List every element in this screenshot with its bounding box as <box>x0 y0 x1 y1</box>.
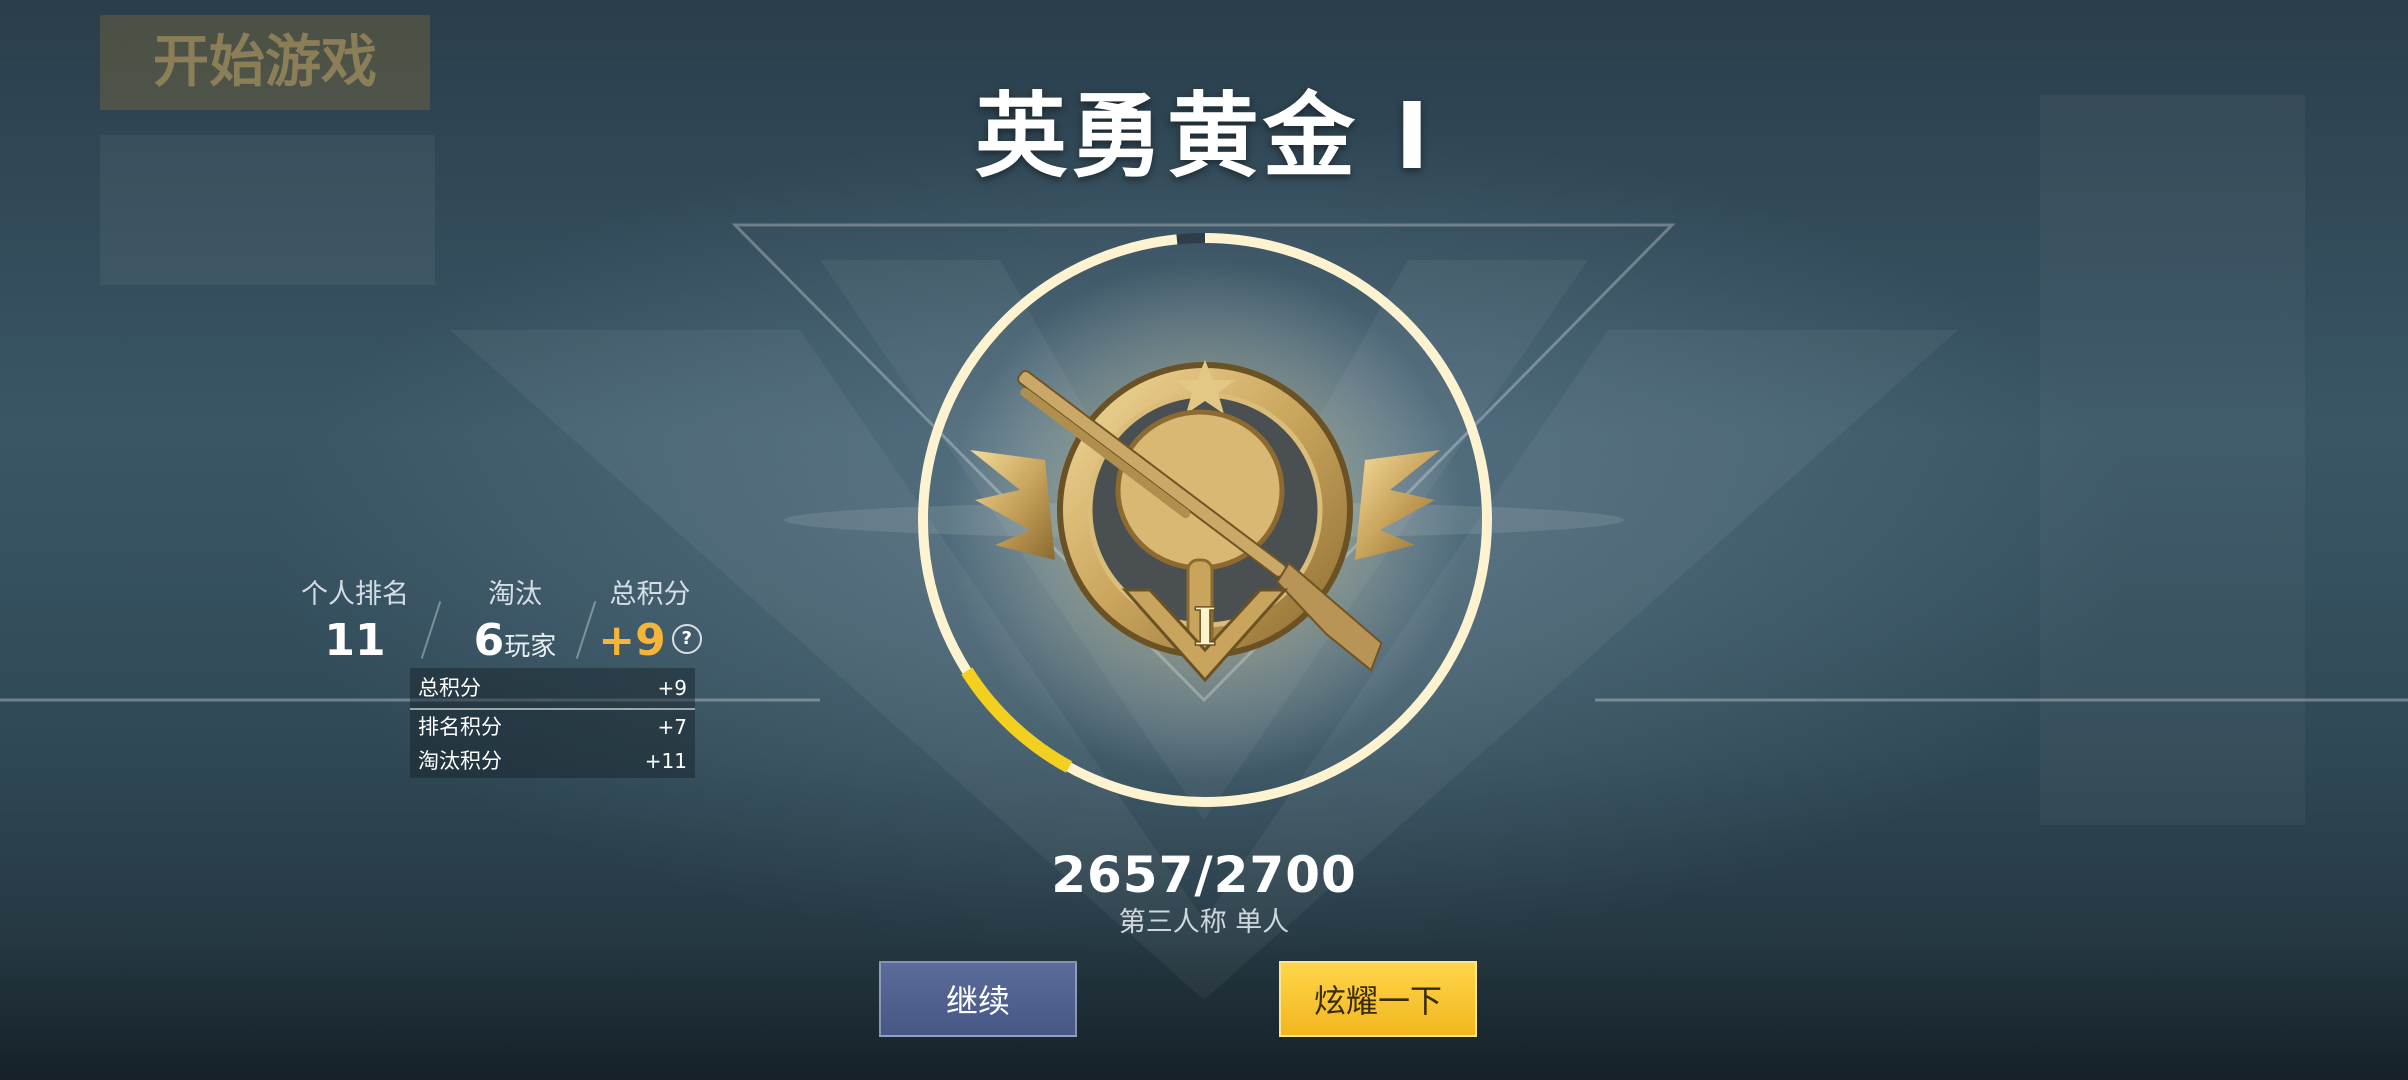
score-breakdown: 总积分 +9 排名积分 +7 淘汰积分 +11 <box>410 668 695 778</box>
score-row-value: +9 <box>657 676 687 700</box>
score-row-total: 总积分 +9 <box>410 668 695 710</box>
stat-elim-unit: 玩家 <box>504 632 557 662</box>
stat-rank: 个人排名 11 <box>290 572 420 666</box>
progress-points: 2657/2700 <box>1051 846 1357 904</box>
match-stats: 个人排名 11 淘汰 6玩家 总积分 +9? <box>290 572 710 672</box>
stat-rank-label: 个人排名 <box>301 579 409 610</box>
badge-tier-numeral: Ⅰ <box>1193 597 1217 658</box>
background-right-panel <box>2040 95 2305 825</box>
score-row-value: +7 <box>657 715 687 739</box>
score-row: 排名积分 +7 <box>410 710 695 744</box>
share-button[interactable]: 炫耀一下 <box>1279 961 1477 1037</box>
stat-elim-label: 淘汰 <box>488 579 542 610</box>
help-icon[interactable]: ? <box>671 624 702 654</box>
score-row-label: 排名积分 <box>418 715 502 739</box>
background-bottom-bar <box>0 940 2408 1080</box>
stat-total-value: +9 <box>598 615 666 666</box>
continue-button[interactable]: 继续 <box>879 961 1077 1037</box>
rank-title: 英勇黄金 Ⅰ <box>974 83 1434 190</box>
stat-total-label: 总积分 <box>609 579 691 610</box>
stat-rank-value: 11 <box>324 615 386 666</box>
mode-label: 第三人称 单人 <box>1118 907 1290 938</box>
stat-elim-value: 6 <box>473 615 505 666</box>
stat-eliminations: 淘汰 6玩家 <box>450 572 580 666</box>
score-row-label: 淘汰积分 <box>418 749 502 773</box>
divider <box>420 601 442 659</box>
score-row: 淘汰积分 +11 <box>410 744 695 778</box>
score-row-label: 总积分 <box>418 676 481 700</box>
score-row-value: +11 <box>644 749 687 773</box>
stat-total: 总积分 +9? <box>590 572 710 666</box>
rank-badge: Ⅰ <box>916 231 1494 809</box>
